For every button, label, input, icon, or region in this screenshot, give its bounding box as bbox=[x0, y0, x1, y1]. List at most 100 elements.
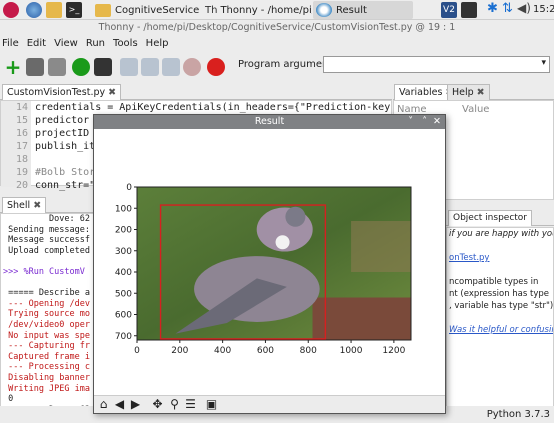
new-file-icon[interactable]: + bbox=[4, 57, 22, 77]
close-icon[interactable]: ✖ bbox=[108, 87, 116, 98]
x-tick-label: 0 bbox=[134, 346, 140, 356]
maximize-icon[interactable]: ˄ bbox=[422, 115, 427, 129]
file-manager-icon[interactable] bbox=[46, 2, 62, 18]
home-icon[interactable]: ⌂ bbox=[96, 397, 111, 412]
pan-icon[interactable]: ✥ bbox=[150, 397, 165, 412]
y-tick-label: 100 bbox=[115, 204, 132, 214]
tab-label: Object inspector bbox=[453, 213, 527, 223]
back-icon[interactable]: ◀ bbox=[112, 397, 127, 412]
line-number: 20 bbox=[15, 180, 28, 191]
shell-line: Upload completed bbox=[3, 245, 90, 256]
tab-customvisiontest[interactable]: CustomVisionTest.py ✖ bbox=[2, 84, 122, 100]
shell-line: Captured frame i bbox=[3, 351, 90, 362]
configure-icon[interactable]: ☰ bbox=[183, 397, 198, 412]
y-tick-label: 400 bbox=[115, 268, 132, 278]
shell-line: --- Processing c bbox=[3, 362, 90, 373]
menu-edit[interactable]: Edit bbox=[27, 37, 46, 51]
window-title: Thonny - /home/pi/Desktop/CognitiveServi… bbox=[98, 22, 456, 33]
task-thonny[interactable]: Th Thonny - /home/pi/... bbox=[202, 1, 312, 19]
y-tick-label: 0 bbox=[126, 183, 132, 193]
shell-line: Message successf bbox=[3, 235, 90, 246]
result-title-bar[interactable]: Result ˅ ˄ ✕ bbox=[94, 115, 445, 129]
thonny-icon: Th bbox=[205, 4, 218, 16]
task-result[interactable]: Result bbox=[313, 1, 413, 19]
assistant-line[interactable]: Was it helpful or confusing? bbox=[447, 324, 553, 336]
dropdown-arrow-icon[interactable]: ▾ bbox=[541, 58, 546, 68]
tab-shell[interactable]: Shell ✖ bbox=[2, 197, 47, 213]
result-window[interactable]: Result ˅ ˄ ✕ 0 200 400 600 800 1000 1200 0 100 20… bbox=[93, 114, 446, 414]
volume-icon[interactable]: ◀) bbox=[517, 1, 531, 15]
minimize-icon[interactable]: ˅ bbox=[408, 115, 413, 129]
x-tick-label: 600 bbox=[257, 346, 274, 356]
assistant-line[interactable]: onTest.py bbox=[447, 252, 553, 264]
keyboard-icon[interactable] bbox=[461, 2, 477, 18]
shell-line: --- Opening /dev bbox=[3, 298, 90, 309]
pigeon-neck-patch bbox=[275, 235, 290, 250]
forward-icon[interactable]: ▶ bbox=[128, 397, 143, 412]
plot-canvas: 0 200 400 600 800 1000 1200 0 100 200 300 400 500 600… bbox=[115, 183, 412, 356]
line-number: 16 bbox=[15, 128, 28, 139]
y-tick-label: 700 bbox=[115, 332, 132, 342]
resume-icon[interactable] bbox=[183, 58, 201, 76]
save-icon[interactable]: ▣ bbox=[204, 397, 219, 412]
save-file-icon[interactable] bbox=[48, 58, 66, 76]
stop-icon[interactable] bbox=[207, 58, 225, 76]
shell-tabbar: Shell ✖ bbox=[0, 197, 94, 213]
program-arguments-input[interactable]: ▾ bbox=[323, 56, 550, 73]
close-icon[interactable]: ✕ bbox=[433, 115, 441, 129]
terminal-icon[interactable]: >_ bbox=[66, 2, 82, 18]
browser-icon[interactable] bbox=[26, 2, 42, 18]
menu-file[interactable]: File bbox=[2, 37, 19, 51]
menu-bar: File Edit View Run Tools Help bbox=[0, 37, 554, 51]
vnc-icon[interactable]: V2 bbox=[441, 2, 457, 18]
task-file-manager[interactable]: CognitiveService bbox=[92, 1, 202, 19]
close-icon[interactable]: ✖ bbox=[477, 87, 485, 98]
code-line: credentials = ApiKeyCredentials(in_heade… bbox=[35, 102, 391, 113]
vars-col-value: Value bbox=[462, 104, 490, 115]
python-window-icon bbox=[316, 3, 332, 17]
shell-line: No input was spe bbox=[3, 330, 90, 341]
tab-label: Variables bbox=[399, 87, 443, 98]
close-icon[interactable]: ✖ bbox=[33, 200, 41, 211]
zoom-icon[interactable]: ⚲ bbox=[167, 397, 182, 412]
shell-line: Dove: 62 bbox=[3, 214, 90, 224]
step-out-icon[interactable] bbox=[162, 58, 180, 76]
tab-help[interactable]: Help ✖ bbox=[447, 84, 490, 100]
x-tick-label: 200 bbox=[171, 346, 188, 356]
x-tick-label: 800 bbox=[300, 346, 317, 356]
shell-line: Sending message: bbox=[3, 224, 90, 235]
raspberry-menu-icon[interactable] bbox=[3, 2, 19, 18]
x-tick-label: 1200 bbox=[382, 346, 405, 356]
task-label: CognitiveService bbox=[115, 4, 200, 16]
shell-line: >>> %Run CustomV bbox=[3, 266, 85, 277]
result-title: Result bbox=[254, 116, 285, 127]
step-over-icon[interactable] bbox=[120, 58, 138, 76]
menu-view[interactable]: View bbox=[54, 37, 78, 51]
brick-wall bbox=[312, 297, 411, 340]
network-icon[interactable]: ⇅ bbox=[502, 1, 513, 16]
shell-line: Writing JPEG ima bbox=[3, 383, 90, 394]
menu-run[interactable]: Run bbox=[86, 37, 105, 51]
inspector-tabbar: Object inspector bbox=[446, 210, 554, 226]
clock[interactable]: 15:28 bbox=[533, 4, 554, 15]
open-file-icon[interactable] bbox=[26, 58, 44, 76]
run-icon[interactable] bbox=[72, 58, 90, 76]
foliage-patch bbox=[351, 221, 411, 272]
x-tick-label: 400 bbox=[214, 346, 231, 356]
plot-area[interactable]: 0 200 400 600 800 1000 1200 0 100 200 300 400 500 600… bbox=[94, 129, 445, 395]
bluetooth-icon[interactable]: ✱ bbox=[487, 1, 498, 16]
tab-label: CustomVisionTest.py bbox=[7, 87, 106, 98]
menu-tools[interactable]: Tools bbox=[113, 37, 138, 51]
step-into-icon[interactable] bbox=[141, 58, 159, 76]
shell-output[interactable]: Dove: 62 Sending message: Message succes… bbox=[0, 213, 94, 407]
debug-icon[interactable] bbox=[94, 58, 112, 76]
y-tick-label: 200 bbox=[115, 226, 132, 236]
assistant-line: ncompatible types in bbox=[449, 277, 539, 287]
menu-help[interactable]: Help bbox=[146, 37, 169, 51]
line-number: 15 bbox=[15, 115, 28, 126]
tab-object-inspector[interactable]: Object inspector bbox=[448, 210, 532, 226]
task-label: Thonny - /home/pi/... bbox=[220, 4, 312, 16]
python-version[interactable]: Python 3.7.3 bbox=[487, 409, 550, 420]
line-numbers: 14 15 16 17 18 19 20 bbox=[1, 101, 31, 191]
